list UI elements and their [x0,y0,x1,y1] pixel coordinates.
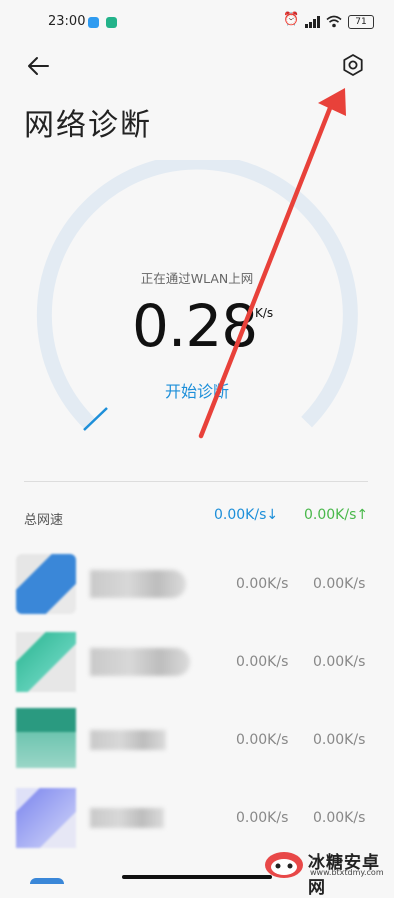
download-arrow-icon: ↓ [266,507,279,523]
app-upload-speed: 0.00K/s [313,654,366,670]
total-upload-speed: 0.00K/s↑ [304,507,368,523]
app-icon [16,632,76,692]
app-name-blurred [90,648,190,676]
home-indicator[interactable] [122,875,272,879]
total-speed-label: 总网速 [24,513,64,528]
settings-gear-icon[interactable] [338,50,368,80]
app-download-speed: 0.00K/s [236,576,289,592]
speed-value: 0.28 [132,292,258,360]
connection-caption: 正在通过WLAN上网 [140,271,254,286]
app-icon [16,554,76,614]
total-upload-value: 0.00K/s [304,507,357,523]
app-row[interactable]: 0.00K/s 0.00K/s [0,548,394,620]
app-icon [30,878,64,884]
watermark: 冰糖安卓网 www.btxtdmy.com [262,846,392,898]
app-icon [16,708,76,768]
upload-arrow-icon: ↑ [356,507,369,523]
wifi-icon [326,15,342,28]
app-name-blurred [90,808,164,828]
app-download-speed: 0.00K/s [236,654,289,670]
app-row[interactable]: 0.00K/s 0.00K/s [0,782,394,854]
app-row[interactable]: 0.00K/s 0.00K/s [0,704,394,776]
back-button[interactable] [22,50,54,82]
total-download-value: 0.00K/s [214,507,267,523]
status-time: 23:00 [48,14,86,29]
start-diagnosis-button[interactable]: 开始诊断 [0,378,394,402]
total-download-speed: 0.00K/s↓ [214,507,278,523]
divider [24,481,368,482]
signal-icon [305,16,320,28]
app-upload-speed: 0.00K/s [313,576,366,592]
cloud-notification-icon [88,17,99,28]
app-name-blurred [90,570,186,598]
alarm-icon: ⏰ [283,12,300,27]
watermark-url: www.btxtdmy.com [310,868,384,877]
app-download-speed: 0.00K/s [236,810,289,826]
battery-icon: 71 [348,15,374,29]
app-name-blurred [90,730,166,750]
app-icon [16,788,76,848]
app-download-speed: 0.00K/s [236,732,289,748]
app-row[interactable]: 0.00K/s 0.00K/s [0,626,394,698]
page-title: 网络诊断 [24,108,152,143]
app-upload-speed: 0.00K/s [313,810,366,826]
security-notification-icon [106,17,117,28]
app-upload-speed: 0.00K/s [313,732,366,748]
speed-unit: K/s [255,306,274,320]
